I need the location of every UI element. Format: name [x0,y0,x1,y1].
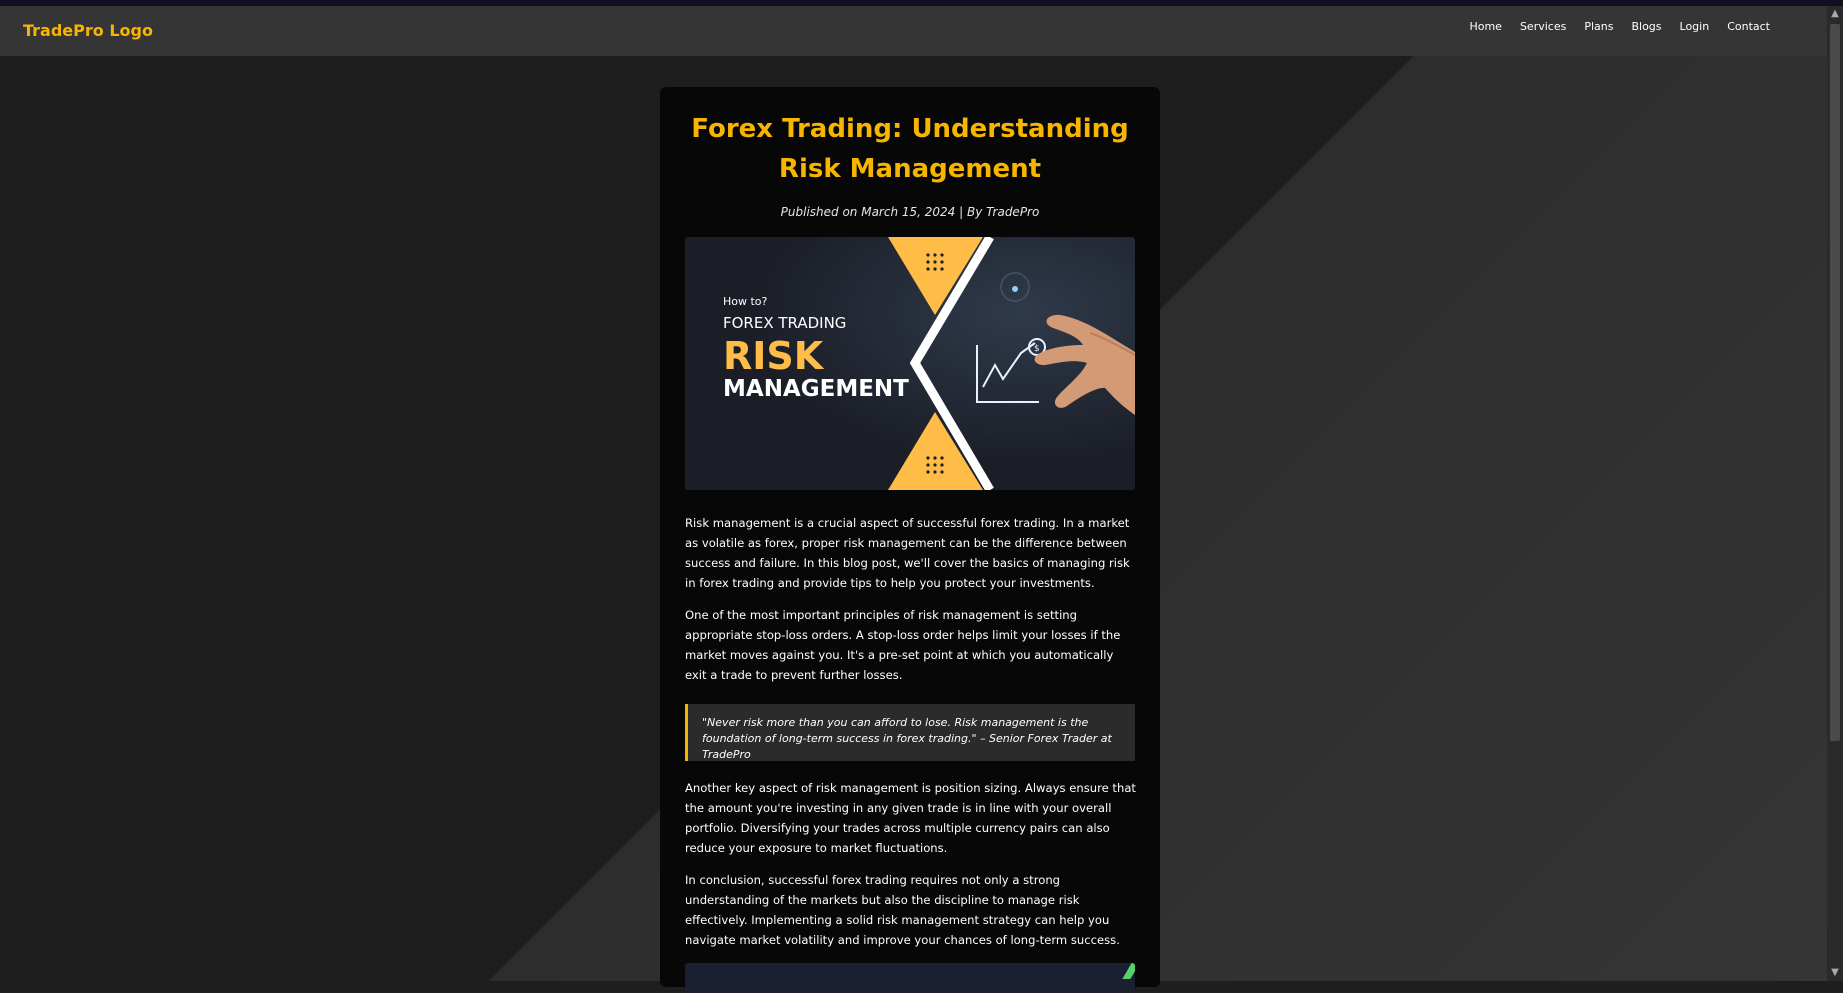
chevron-up-icon[interactable]: ▲ [1827,6,1843,22]
article-paragraph: Risk management is a crucial aspect of s… [685,516,1130,590]
article-meta: Published on March 15, 2024 | By TradePr… [780,205,1040,219]
hero-how-label: How to? [723,295,768,308]
nav-links: Home Services Plans Blogs Login Contact [1469,20,1770,33]
hero-forex-label: FOREX TRADING [723,314,847,332]
article-title: Forex Trading: Understanding Risk Manage… [691,114,1129,184]
hero-text-block: How to? FOREX TRADING RISK MANAGEMENT [723,295,909,402]
nav-link-blogs[interactable]: Blogs [1631,20,1661,33]
article-paragraph: In conclusion, successful forex trading … [685,873,1120,947]
top-navbar: TradePro Logo Home Services Plans Blogs … [0,6,1827,56]
article-paragraph: One of the most important principles of … [685,608,1121,682]
page-scrollbar[interactable]: ▲ ▼ [1827,6,1843,981]
preview-accent [1122,963,1135,979]
article-hero-image: $ How to? FOREX TRADING RISK MANAGEMENT [685,237,1135,490]
article-paragraph: Another key aspect of risk management is… [685,781,1136,855]
svg-text:$: $ [1034,344,1040,354]
hero-management-label: MANAGEMENT [723,376,909,402]
nav-link-plans[interactable]: Plans [1584,20,1613,33]
nav-link-contact[interactable]: Contact [1727,20,1770,33]
scrollbar-thumb[interactable] [1830,24,1840,741]
chevron-down-icon[interactable]: ▼ [1827,965,1843,981]
nav-link-services[interactable]: Services [1520,20,1566,33]
nav-link-home[interactable]: Home [1469,20,1501,33]
blog-article-card: Forex Trading: Understanding Risk Manage… [660,87,1160,993]
next-image-preview [685,963,1135,993]
hero-risk-label: RISK [723,334,824,378]
article-blockquote: "Never risk more than you can afford to … [685,704,1135,761]
site-logo[interactable]: TradePro Logo [23,21,153,40]
nav-link-login[interactable]: Login [1680,20,1710,33]
